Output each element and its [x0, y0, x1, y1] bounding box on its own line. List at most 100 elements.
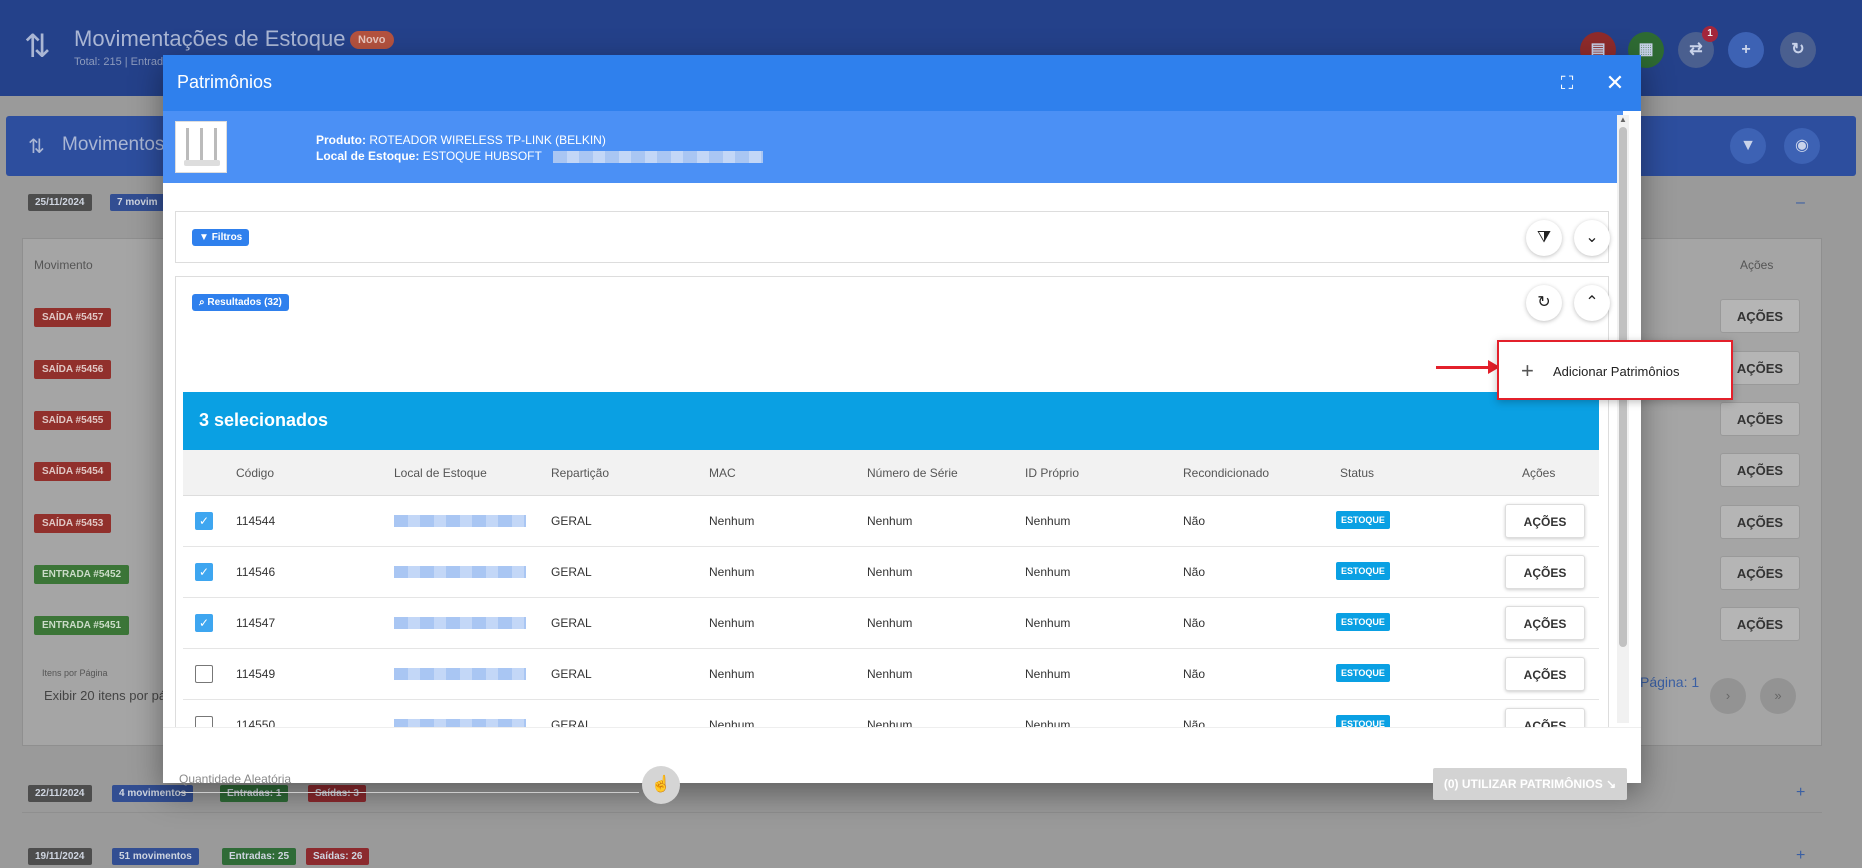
- row-checkbox[interactable]: ✓: [195, 512, 213, 530]
- input-underline: [179, 792, 639, 793]
- date-chip: 19/11/2024: [28, 848, 92, 865]
- status-badge: ESTOQUE: [1336, 613, 1390, 631]
- expand-icon[interactable]: +: [1796, 847, 1805, 865]
- chevron-down-icon[interactable]: ⌄: [1574, 220, 1610, 256]
- cell-reparticao: GERAL: [551, 514, 592, 528]
- new-badge: Novo: [350, 31, 394, 49]
- filter-button[interactable]: ▼: [1730, 128, 1766, 164]
- table-row[interactable]: ✓ 114547 GERAL Nenhum Nenhum Nenhum Não ESTOQUE…: [183, 598, 1599, 649]
- clear-filter-icon[interactable]: ⧩: [1526, 220, 1562, 256]
- acoes-button[interactable]: AÇÕES: [1505, 708, 1585, 727]
- movement-chip[interactable]: SAÍDA #5454: [34, 462, 112, 481]
- cell-id-proprio: Nenhum: [1025, 514, 1071, 528]
- redacted-location: [394, 617, 526, 629]
- cell-id-proprio: Nenhum: [1025, 565, 1071, 579]
- column-header: MAC: [709, 466, 736, 480]
- next-page-button[interactable]: ›: [1710, 678, 1746, 714]
- cell-codigo: 114549: [236, 667, 276, 681]
- column-header: Ações: [1522, 466, 1556, 480]
- redacted-location: [394, 719, 526, 727]
- cell-recond: Não: [1183, 667, 1206, 681]
- close-icon[interactable]: ✕: [1601, 69, 1629, 97]
- table-row[interactable]: ✓ 114544 GERAL Nenhum Nenhum Nenhum Não ESTOQUE…: [183, 496, 1599, 547]
- refresh-icon[interactable]: ↻: [1526, 285, 1562, 321]
- product-image: [175, 121, 227, 173]
- movement-chip[interactable]: SAÍDA #5456: [34, 360, 112, 379]
- date-chip: 22/11/2024: [28, 785, 92, 802]
- cell-recond: Não: [1183, 718, 1206, 727]
- refresh-button[interactable]: ↻: [1780, 32, 1816, 68]
- row-checkbox[interactable]: ✓: [195, 614, 213, 632]
- row-checkbox[interactable]: [195, 716, 213, 727]
- acoes-button[interactable]: AÇÕES: [1505, 504, 1585, 538]
- product-value: ROTEADOR WIRELESS TP-LINK (BELKIN): [369, 133, 606, 147]
- entries-chip: Entradas: 25: [222, 848, 297, 865]
- exits-chip: Saídas: 3: [308, 785, 366, 802]
- column-header: Local de Estoque: [394, 466, 487, 480]
- pointer-hand-icon[interactable]: ☝: [642, 766, 680, 804]
- movements-count-chip: 4 movimentos: [112, 785, 194, 802]
- row-checkbox[interactable]: [195, 665, 213, 683]
- cell-reparticao: GERAL: [551, 718, 592, 727]
- cell-id-proprio: Nenhum: [1025, 667, 1071, 681]
- table-row[interactable]: ✓ 114546 GERAL Nenhum Nenhum Nenhum Não ESTOQUE…: [183, 547, 1599, 598]
- cell-mac: Nenhum: [709, 514, 755, 528]
- use-patrimonios-button[interactable]: (0) UTILIZAR PATRIMÔNIOS ↘: [1433, 768, 1627, 800]
- patrimonios-modal: Patrimônios ⛶ ✕ Produto: ROTEADOR WIRELE…: [163, 55, 1641, 804]
- movement-chip[interactable]: ENTRADA #5452: [34, 565, 130, 584]
- cell-recond: Não: [1183, 616, 1206, 630]
- acoes-button[interactable]: AÇÕES: [1505, 606, 1585, 640]
- table-row[interactable]: 114549 GERAL Nenhum Nenhum Nenhum Não ESTOQUE A…: [183, 649, 1599, 700]
- entries-chip: Entradas: 1: [220, 785, 289, 802]
- divider: [22, 812, 1822, 813]
- app-subtitle: Total: 215 | Entrad: [74, 56, 164, 68]
- acoes-button[interactable]: AÇÕES: [1720, 299, 1800, 333]
- column-header: Número de Série: [867, 466, 958, 480]
- product-label: Produto:: [316, 133, 366, 147]
- acoes-button[interactable]: AÇÕES: [1505, 555, 1585, 589]
- movements-title: Movimentos: [62, 134, 165, 155]
- movement-chip[interactable]: SAÍDA #5457: [34, 308, 112, 327]
- items-per-page-select[interactable]: Exibir 20 itens por págir: [44, 688, 181, 703]
- chevron-up-icon[interactable]: ⌃: [1574, 285, 1610, 321]
- scrollbar[interactable]: ▲: [1617, 115, 1629, 723]
- transfers-button[interactable]: ⇄ 1: [1678, 26, 1718, 68]
- fullscreen-icon[interactable]: ⛶: [1553, 69, 1581, 97]
- acoes-button[interactable]: AÇÕES: [1505, 657, 1585, 691]
- plus-icon: +: [1521, 358, 1534, 383]
- cell-codigo: 114550: [236, 718, 276, 727]
- expand-icon[interactable]: +: [1796, 784, 1805, 802]
- items-per-page-label: Itens por Página: [42, 668, 108, 678]
- acoes-button[interactable]: AÇÕES: [1720, 607, 1800, 641]
- add-patrimonios-menu[interactable]: + Adicionar Patrimônios: [1497, 340, 1733, 400]
- movement-chip[interactable]: ENTRADA #5451: [34, 616, 130, 635]
- table-row[interactable]: 114550 GERAL Nenhum Nenhum Nenhum Não ESTOQUE A…: [183, 700, 1599, 727]
- movement-chip[interactable]: SAÍDA #5453: [34, 514, 112, 533]
- redacted-location: [394, 668, 526, 680]
- location-line: Local de Estoque: ESTOQUE HUBSOFT: [316, 149, 763, 163]
- movement-chip[interactable]: SAÍDA #5455: [34, 411, 112, 430]
- row-checkbox[interactable]: ✓: [195, 563, 213, 581]
- redacted-location: [394, 515, 526, 527]
- acoes-button[interactable]: AÇÕES: [1720, 556, 1800, 590]
- hide-button[interactable]: ◉: [1784, 128, 1820, 164]
- acoes-button[interactable]: AÇÕES: [1720, 402, 1800, 436]
- random-quantity-input[interactable]: Quantidade Aleatória: [179, 772, 291, 786]
- results-tag[interactable]: ⌕ Resultados (32): [192, 294, 289, 311]
- cell-recond: Não: [1183, 514, 1206, 528]
- cell-codigo: 114547: [236, 616, 276, 630]
- redacted-location: [394, 566, 526, 578]
- add-button[interactable]: +: [1728, 32, 1764, 68]
- filters-tag[interactable]: ▼ Filtros: [192, 229, 250, 246]
- acoes-button[interactable]: AÇÕES: [1720, 505, 1800, 539]
- collapse-icon[interactable]: –: [1796, 194, 1805, 212]
- cell-serie: Nenhum: [867, 514, 913, 528]
- cell-codigo: 114544: [236, 514, 276, 528]
- selected-count: 3 selecionados: [199, 410, 329, 430]
- cell-id-proprio: Nenhum: [1025, 616, 1071, 630]
- last-page-button[interactable]: »: [1760, 678, 1796, 714]
- column-header: Status: [1340, 466, 1375, 480]
- acoes-button[interactable]: AÇÕES: [1720, 453, 1800, 487]
- cell-mac: Nenhum: [709, 565, 755, 579]
- column-movimento: Movimento: [34, 258, 93, 272]
